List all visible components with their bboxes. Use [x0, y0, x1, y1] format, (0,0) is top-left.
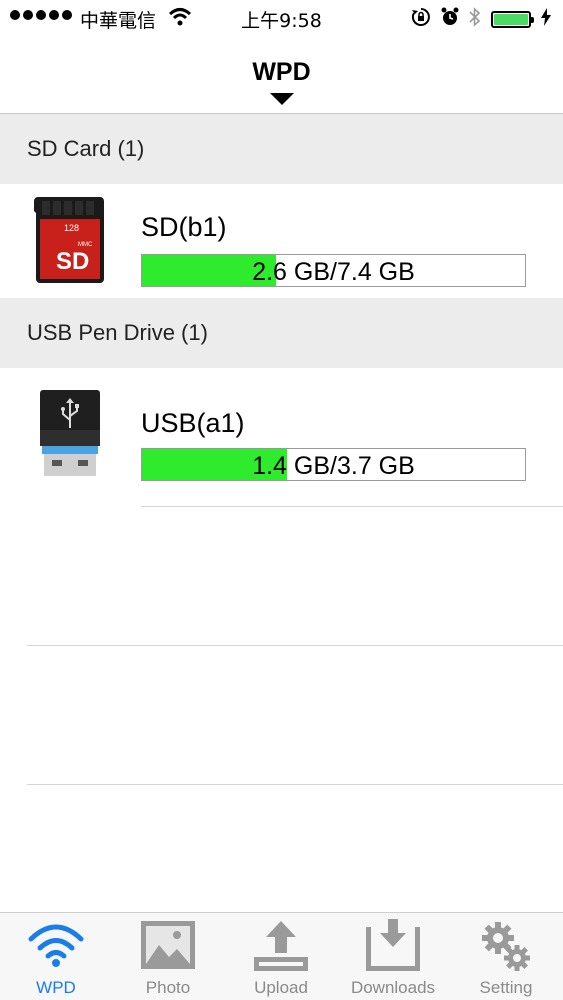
capacity-text: 2.6 GB/7.4 GB [252, 258, 415, 286]
tab-setting[interactable]: Setting [450, 913, 562, 1000]
sd-card-icon: 128 MMC SD [34, 197, 106, 288]
tab-upload[interactable]: Upload [225, 913, 337, 1000]
svg-text:SD: SD [56, 248, 89, 275]
section-header-label: USB Pen Drive (1) [27, 320, 208, 345]
tab-label: WPD [36, 978, 76, 997]
alarm-icon [441, 7, 459, 32]
carrier-name: 中華電信 [80, 10, 157, 32]
section-header-usb-pen-drive: USB Pen Drive (1) [0, 298, 563, 368]
row-separator [27, 784, 563, 785]
signal-strength-icon [10, 10, 72, 20]
capacity-bar: 1.4 GB/3.7 GB [141, 448, 526, 481]
tab-photo[interactable]: Photo [112, 913, 224, 1000]
svg-text:128: 128 [64, 223, 79, 233]
battery-icon [491, 11, 534, 28]
row-separator [27, 645, 563, 646]
gear-icon [450, 919, 562, 977]
tab-label: Upload [254, 978, 308, 997]
tab-downloads[interactable]: Downloads [337, 913, 449, 1000]
section-header-label: SD Card (1) [27, 136, 145, 161]
section-header-sd-card: SD Card (1) [0, 114, 563, 184]
tab-label: Downloads [350, 978, 436, 997]
tab-label: Photo [145, 978, 191, 997]
device-row-sd[interactable]: 128 MMC SD SD(b1) 2.6 GB/7.4 GB [0, 184, 563, 300]
caret-down-icon[interactable] [270, 93, 294, 105]
rotation-lock-icon [411, 7, 431, 32]
device-row-usb[interactable]: USB(a1) 1.4 GB/3.7 GB [0, 368, 563, 484]
row-separator [141, 506, 563, 507]
capacity-bar: 2.6 GB/7.4 GB [141, 254, 526, 287]
charging-bolt-icon [541, 8, 551, 31]
wifi-icon [0, 919, 112, 977]
device-name: SD(b1) [141, 212, 227, 242]
bluetooth-icon [469, 7, 481, 32]
capacity-text: 1.4 GB/3.7 GB [252, 452, 415, 480]
tab-bar: WPD Photo Upload Downloads Setting [0, 912, 563, 1000]
navigation-bar: WPD [0, 36, 563, 114]
usb-drive-icon [38, 390, 104, 485]
device-name: USB(a1) [141, 408, 245, 438]
photo-icon [112, 919, 224, 977]
upload-icon [225, 919, 337, 977]
nav-title-dropdown[interactable]: WPD [0, 58, 563, 87]
tab-label: Setting [479, 978, 533, 997]
downloads-icon [337, 919, 449, 977]
status-bar: 中華電信 上午9:58 [0, 0, 563, 36]
tab-wpd[interactable]: WPD [0, 913, 112, 1000]
wifi-status-icon [168, 7, 192, 32]
